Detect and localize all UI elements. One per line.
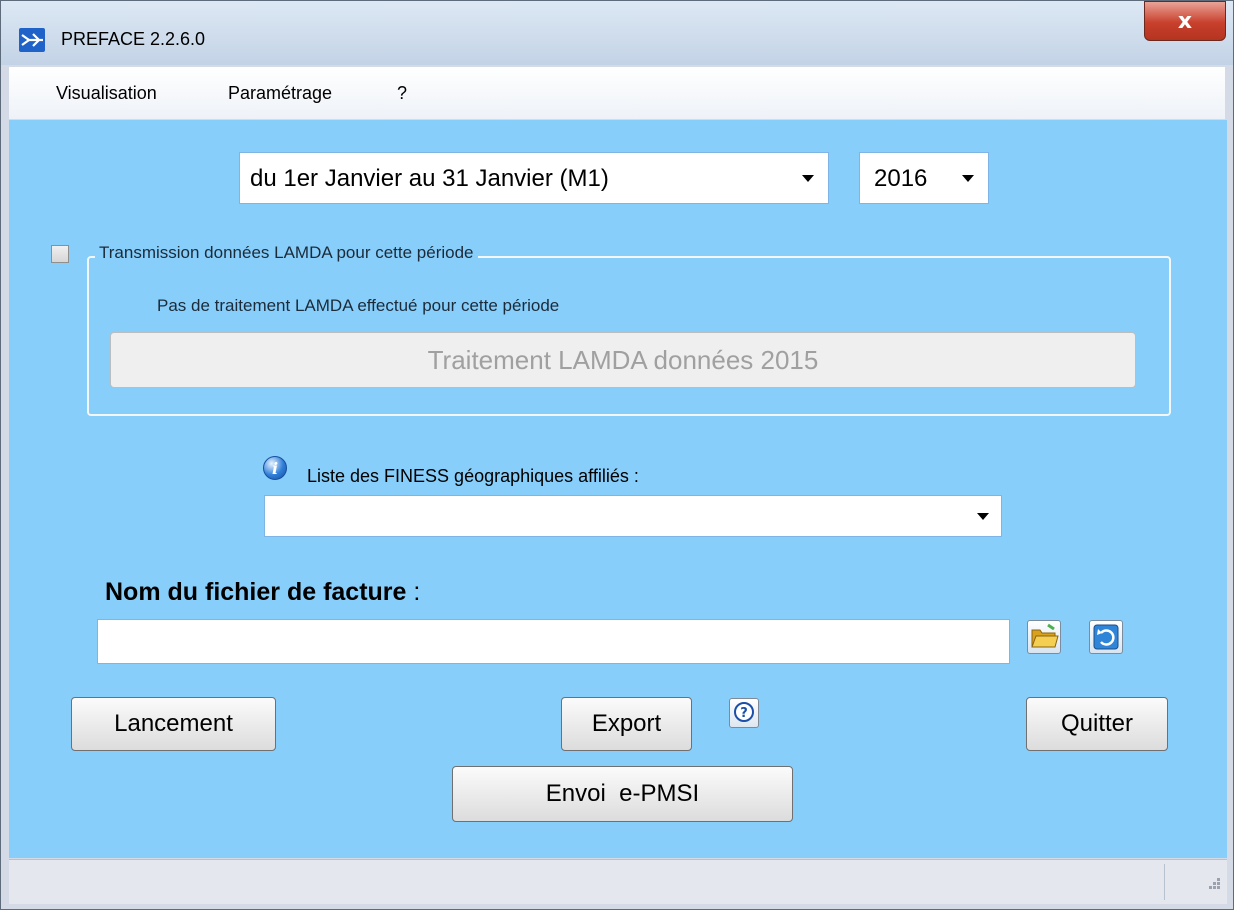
period-select-value: du 1er Janvier au 31 Janvier (M1) — [250, 165, 609, 192]
status-separator — [1164, 864, 1165, 900]
export-button[interactable]: Export — [561, 697, 692, 751]
chevron-down-icon — [802, 175, 814, 182]
launch-button[interactable]: Lancement — [71, 697, 276, 751]
browse-folder-button[interactable] — [1027, 620, 1061, 654]
resize-grip-icon[interactable] — [1205, 878, 1223, 896]
lamda-process-button-label: Traitement LAMDA données 2015 — [427, 344, 819, 375]
send-epmsi-button-label: Envoi e-PMSI — [545, 780, 700, 807]
info-icon[interactable]: i — [263, 456, 287, 480]
chevron-down-icon — [962, 175, 974, 182]
lamda-process-button: Traitement LAMDA données 2015 — [110, 332, 1136, 388]
finess-select[interactable] — [264, 495, 1002, 537]
window-title: PREFACE 2.2.6.0 — [61, 29, 206, 49]
folder-open-icon — [1031, 623, 1059, 648]
title-bar[interactable]: PREFACE 2.2.6.0 x — [1, 1, 1233, 65]
export-button-label: Export — [591, 710, 662, 737]
close-button[interactable]: x — [1144, 1, 1226, 41]
lamda-transmission-checkbox[interactable] — [51, 245, 69, 263]
preface-app-icon — [19, 28, 45, 52]
chevron-down-icon — [977, 513, 989, 520]
invoice-file-label: Nom du fichier de facture : — [105, 578, 420, 607]
menu-visualisation[interactable]: Visualisation — [56, 83, 157, 104]
quit-button[interactable]: Quitter — [1026, 697, 1168, 751]
invoice-file-input[interactable] — [97, 619, 1010, 664]
launch-button-label: Lancement — [114, 710, 233, 737]
svg-text:?: ? — [740, 706, 748, 721]
refresh-icon — [1093, 624, 1119, 650]
export-help-button[interactable]: ? — [729, 698, 759, 728]
menu-parametrage[interactable]: Paramétrage — [228, 83, 332, 104]
quit-button-label: Quitter — [1060, 710, 1134, 737]
app-window: PREFACE 2.2.6.0 x Visualisation Paramétr… — [0, 0, 1234, 910]
status-bar — [9, 859, 1227, 904]
invoice-file-label-text: Nom du fichier de facture — [105, 578, 407, 606]
menu-bar: Visualisation Paramétrage ? — [9, 67, 1225, 119]
invoice-file-label-colon: : — [406, 578, 421, 606]
period-select[interactable]: du 1er Janvier au 31 Janvier (M1) — [239, 152, 829, 204]
close-icon: x — [1177, 8, 1193, 34]
main-panel: du 1er Janvier au 31 Janvier (M1) 2016 T… — [9, 120, 1227, 858]
refresh-button[interactable] — [1089, 620, 1123, 654]
send-epmsi-button[interactable]: Envoi e-PMSI — [452, 766, 793, 822]
year-select[interactable]: 2016 — [859, 152, 989, 204]
help-question-icon: ? — [734, 702, 754, 722]
finess-label: Liste des FINESS géographiques affiliés … — [307, 466, 639, 486]
lamda-status-text: Pas de traitement LAMDA effectué pour ce… — [157, 296, 560, 315]
year-select-value: 2016 — [874, 165, 928, 192]
lamda-group-label: Transmission données LAMDA pour cette pé… — [95, 243, 478, 263]
menu-help[interactable]: ? — [397, 83, 407, 104]
